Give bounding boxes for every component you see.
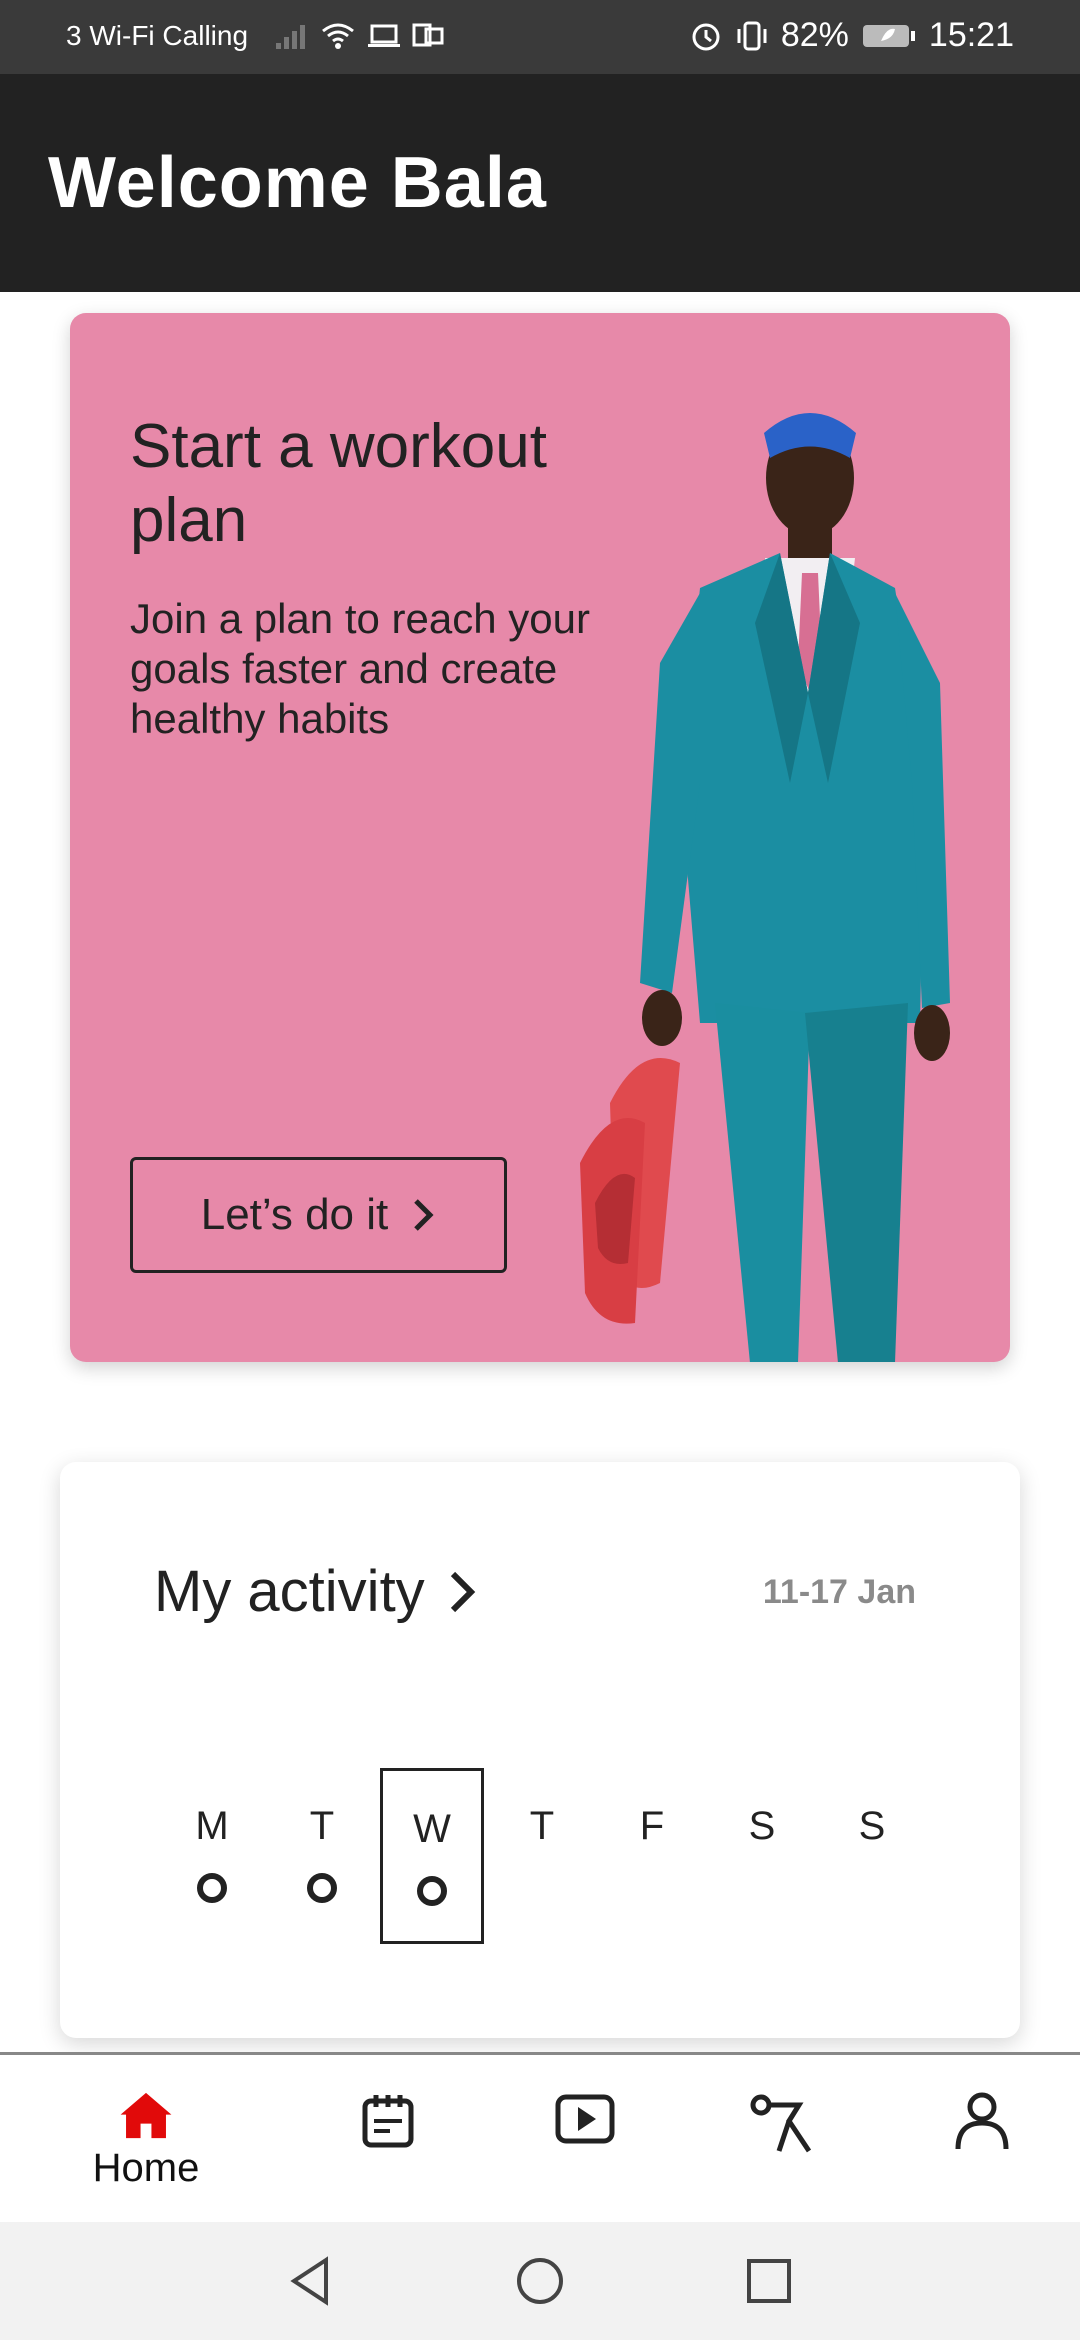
activity-dot-icon (417, 1876, 447, 1906)
chevron-right-icon (414, 1199, 434, 1231)
chevron-right-icon (450, 1571, 475, 1612)
weekday-item[interactable]: M (160, 1768, 264, 1944)
calendar-icon (362, 2095, 414, 2148)
home-icon (120, 2092, 172, 2139)
weekday-item[interactable]: T (270, 1768, 374, 1944)
workout-plan-card[interactable]: Start a workout plan Join a plan to reac… (70, 313, 1010, 1362)
nav-videos[interactable] (535, 2091, 635, 2191)
signal-icon (276, 25, 306, 49)
weekday-label: T (309, 1804, 335, 1848)
weekday-item[interactable]: S (820, 1768, 924, 1944)
bottom-navigation: Home (0, 2052, 1080, 2222)
weekday-label: M (195, 1804, 229, 1848)
home-circle-icon[interactable] (515, 2256, 565, 2306)
alarm-icon (692, 23, 720, 50)
lets-do-it-label: Let’s do it (200, 1190, 389, 1239)
promo-person-illustration (580, 413, 950, 1362)
exercise-icon (750, 2094, 812, 2153)
weekday-label: T (529, 1804, 555, 1848)
weekday-label: W (413, 1807, 451, 1851)
laptop-icon (368, 24, 401, 47)
status-left: 3 Wi-Fi Calling (66, 20, 444, 52)
status-right: 82% 15:21 (689, 16, 1014, 55)
weekday-label: S (748, 1804, 776, 1848)
outlook-icon (412, 23, 444, 47)
page-title: Welcome Bala (48, 143, 547, 223)
activity-dot-icon (307, 1873, 337, 1903)
nav-home-label: Home (92, 2146, 200, 2190)
my-activity-link[interactable]: My activity (154, 1558, 477, 1625)
carrier-text: 3 Wi-Fi Calling (66, 20, 249, 51)
vibrate-icon (737, 21, 767, 50)
my-activity-card: My activity 11-17 Jan M T W T F S S (60, 1462, 1020, 2038)
system-navigation-bar (0, 2222, 1080, 2340)
weekday-item[interactable]: W (380, 1768, 484, 1944)
weekday-label: F (639, 1804, 665, 1848)
activity-dot-icon (197, 1873, 227, 1903)
recents-icon[interactable] (744, 2256, 794, 2306)
nav-home[interactable]: Home (93, 2091, 199, 2191)
nav-profile[interactable] (932, 2091, 1032, 2191)
weekday-label: S (858, 1804, 886, 1848)
nav-calendar[interactable] (338, 2091, 438, 2191)
lets-do-it-button[interactable]: Let’s do it (130, 1157, 507, 1273)
weekday-row: MTWTFSS (150, 1768, 930, 1948)
weekday-item[interactable]: F (600, 1768, 704, 1944)
my-activity-label: My activity (154, 1559, 425, 1624)
battery-percent: 82% (780, 16, 849, 54)
status-icons-left (274, 21, 444, 51)
video-play-icon (555, 2094, 615, 2144)
nav-exercise[interactable] (734, 2091, 834, 2191)
clock-time: 15:21 (928, 16, 1014, 54)
status-bar: 3 Wi-Fi Calling 82% 15:21 (0, 0, 1080, 74)
battery-icon (862, 24, 915, 47)
weekday-item[interactable]: S (710, 1768, 814, 1944)
wifi-icon (322, 23, 354, 49)
back-icon[interactable] (286, 2256, 336, 2306)
app-header: Welcome Bala (0, 74, 1080, 292)
profile-icon (955, 2092, 1009, 2150)
weekday-item[interactable]: T (490, 1768, 594, 1944)
activity-date-range: 11-17 Jan (762, 1573, 916, 1611)
